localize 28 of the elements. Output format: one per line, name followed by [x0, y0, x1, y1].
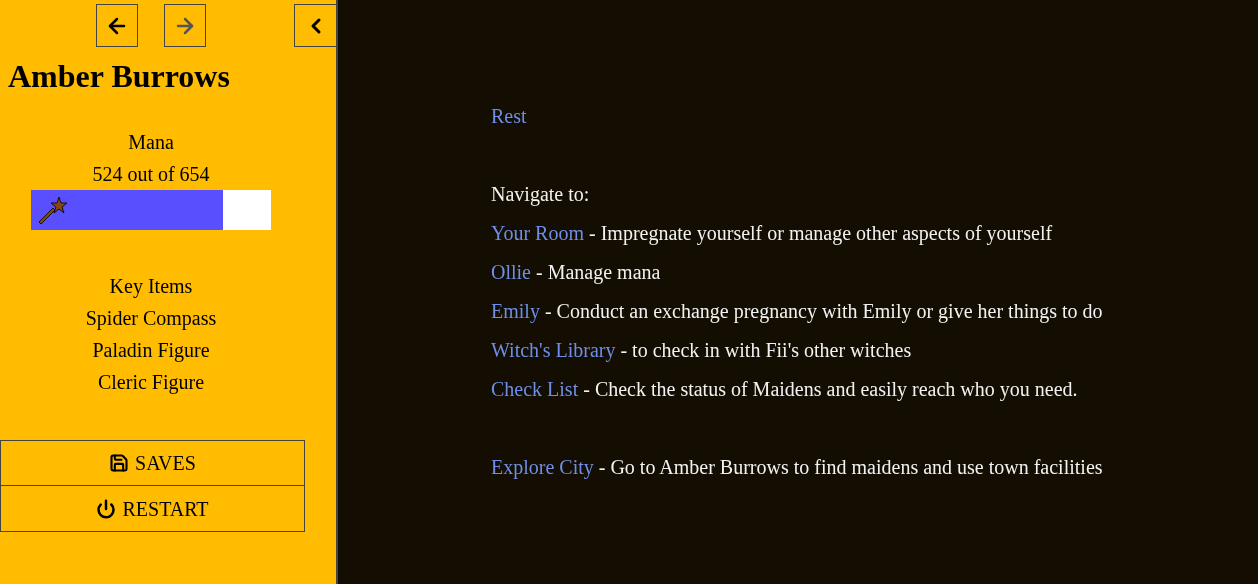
restart-button[interactable]: RESTART: [0, 486, 305, 532]
nav-link[interactable]: Witch's Library: [491, 334, 616, 365]
back-button[interactable]: [96, 4, 138, 47]
stat-reading: 524 out of 654: [92, 162, 210, 187]
nav-link[interactable]: Explore City: [491, 451, 594, 482]
save-icon: [109, 453, 130, 473]
key-item: Cleric Figure: [97, 370, 205, 396]
link-description: - Go to Amber Burrows to find maidens and use town facilities: [597, 454, 1103, 480]
collapse-sidebar-button[interactable]: [294, 4, 336, 47]
stat-label: Mana: [128, 130, 174, 155]
nav-link[interactable]: Ollie: [491, 256, 531, 287]
link-description: - Manage mana: [535, 259, 661, 286]
nav-link[interactable]: Your Room: [491, 217, 584, 248]
saves-button[interactable]: SAVES: [0, 440, 305, 486]
location-title: Amber Burrows: [8, 57, 231, 96]
link-description: - Impregnate yourself or manage other aspects of yourself: [588, 220, 1053, 247]
nav-link[interactable]: Emily: [491, 295, 540, 326]
power-icon: [96, 498, 117, 519]
rest-link[interactable]: Rest: [491, 100, 527, 131]
key-item: Paladin Figure: [92, 338, 210, 364]
key-item: Spider Compass: [85, 306, 217, 332]
navigate-heading: Navigate to:: [491, 181, 590, 208]
wand-icon: [37, 196, 69, 224]
nav-link[interactable]: Check List: [491, 373, 579, 404]
link-description: - to check in with Fii's other witches: [619, 337, 912, 363]
link-description: - Conduct an exchange pregnancy with Emily or give her things to do: [543, 298, 1103, 325]
link-description: - Check the status of Maidens and easily reach who you need.: [582, 376, 1078, 403]
section-heading: Key Items: [109, 274, 193, 300]
